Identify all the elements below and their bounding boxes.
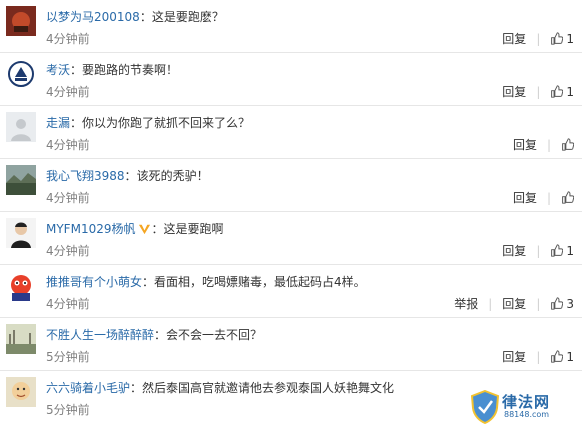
timestamp: 5分钟前 <box>46 403 90 417</box>
comment-item: 考沃：要跑路的节奏啊！ 4分钟前 回复 | 1 <box>0 53 582 106</box>
separator: ： <box>154 328 167 342</box>
thumbs-up-icon <box>562 138 574 151</box>
like-button[interactable] <box>561 138 574 151</box>
separator: ： <box>139 10 152 24</box>
divider: | <box>546 137 551 152</box>
comment-item: 推推哥有个小萌女：看面相，吃喝嫖赌毒，最低起码占4样。 4分钟前 举报 | 回复… <box>0 265 582 318</box>
like-button[interactable]: 1 <box>550 350 574 364</box>
username-link[interactable]: 考沃 <box>46 63 70 77</box>
like-button[interactable] <box>561 191 574 204</box>
shield-logo-icon <box>470 390 500 424</box>
avatar[interactable] <box>6 112 36 142</box>
comment-text: 会不会一去不回？ <box>166 328 263 342</box>
report-button[interactable]: 举报 <box>454 295 478 312</box>
separator: ： <box>124 169 137 183</box>
username-link[interactable]: 六六骑着小毛驴 <box>46 381 130 395</box>
comment-item: 不胜人生一场醉醉醉：会不会一去不回？ 5分钟前 回复 | 1 <box>0 318 582 371</box>
comment-text: 这是要跑啊 <box>163 222 224 236</box>
comment-text: 看面相，吃喝嫖赌毒，最低起码占4样。 <box>154 275 366 289</box>
like-button[interactable]: 1 <box>550 244 574 258</box>
reply-button[interactable]: 回复 <box>502 83 526 100</box>
timestamp: 4分钟前 <box>46 32 90 46</box>
avatar[interactable] <box>6 377 36 407</box>
thumbs-up-icon <box>562 191 574 204</box>
avatar[interactable] <box>6 271 36 301</box>
username-link[interactable]: 推推哥有个小萌女 <box>46 275 142 289</box>
separator: ： <box>142 275 155 289</box>
like-button[interactable]: 1 <box>550 85 574 99</box>
username-link[interactable]: 我心飞翔3988 <box>46 169 125 183</box>
watermark-title: 律法网 <box>502 393 551 411</box>
comment-text: 然后泰国高官就邀请他去参观泰国人妖艳舞文化 <box>142 381 395 395</box>
timestamp: 4分钟前 <box>46 85 90 99</box>
like-count: 1 <box>566 84 574 99</box>
thumbs-up-icon <box>551 297 564 310</box>
avatar[interactable] <box>6 218 36 248</box>
like-count: 1 <box>566 31 574 46</box>
timestamp: 4分钟前 <box>46 191 90 205</box>
separator: ： <box>151 222 164 236</box>
separator: ： <box>70 116 83 130</box>
like-count: 1 <box>566 243 574 258</box>
divider: | <box>536 296 541 311</box>
separator: ： <box>70 63 83 77</box>
divider: | <box>488 296 493 311</box>
divider: | <box>536 243 541 258</box>
reply-button[interactable]: 回复 <box>513 136 537 153</box>
avatar[interactable] <box>6 324 36 354</box>
comment-text: 要跑路的节奏啊！ <box>82 63 179 77</box>
verified-badge-icon <box>139 224 151 235</box>
like-count: 1 <box>566 349 574 364</box>
thumbs-up-icon <box>551 350 564 363</box>
divider: | <box>536 349 541 364</box>
thumbs-up-icon <box>551 85 564 98</box>
reply-button[interactable]: 回复 <box>502 30 526 47</box>
avatar[interactable] <box>6 165 36 195</box>
divider: | <box>536 84 541 99</box>
separator: ： <box>130 381 143 395</box>
username-link[interactable]: 不胜人生一场醉醉醉 <box>46 328 154 342</box>
divider: | <box>536 31 541 46</box>
comment-item: 我心飞翔3988：该死的秃驴！ 4分钟前 回复 | <box>0 159 582 212</box>
thumbs-up-icon <box>551 32 564 45</box>
comment-item: MYFM1029杨帆 ：这是要跑啊 4分钟前 回复 | 1 <box>0 212 582 265</box>
comment-item: 以梦为马200108：这是要跑麽？ 4分钟前 回复 | 1 <box>0 0 582 53</box>
username-link[interactable]: MYFM1029杨帆 <box>46 222 135 236</box>
reply-button[interactable]: 回复 <box>502 348 526 365</box>
reply-button[interactable]: 回复 <box>502 295 526 312</box>
thumbs-up-icon <box>551 244 564 257</box>
like-count: 3 <box>566 296 574 311</box>
username-link[interactable]: 以梦为马200108 <box>46 10 140 24</box>
timestamp: 4分钟前 <box>46 244 90 258</box>
like-button[interactable]: 1 <box>550 32 574 46</box>
site-watermark: 律法网 88148.com <box>470 390 576 424</box>
divider: | <box>546 190 551 205</box>
comment-text: 该死的秃驴！ <box>136 169 209 183</box>
timestamp: 4分钟前 <box>46 297 90 311</box>
avatar[interactable] <box>6 6 36 36</box>
comment-text: 你以为你跑了就抓不回来了么？ <box>82 116 251 130</box>
comment-text: 这是要跑麽？ <box>151 10 224 24</box>
comment-item: 走漏：你以为你跑了就抓不回来了么？ 4分钟前 回复 | <box>0 106 582 159</box>
watermark-url: 88148.com <box>504 410 550 419</box>
avatar[interactable] <box>6 59 36 89</box>
reply-button[interactable]: 回复 <box>502 242 526 259</box>
timestamp: 5分钟前 <box>46 350 90 364</box>
reply-button[interactable]: 回复 <box>513 189 537 206</box>
timestamp: 4分钟前 <box>46 138 90 152</box>
like-button[interactable]: 3 <box>550 297 574 311</box>
username-link[interactable]: 走漏 <box>46 116 70 130</box>
